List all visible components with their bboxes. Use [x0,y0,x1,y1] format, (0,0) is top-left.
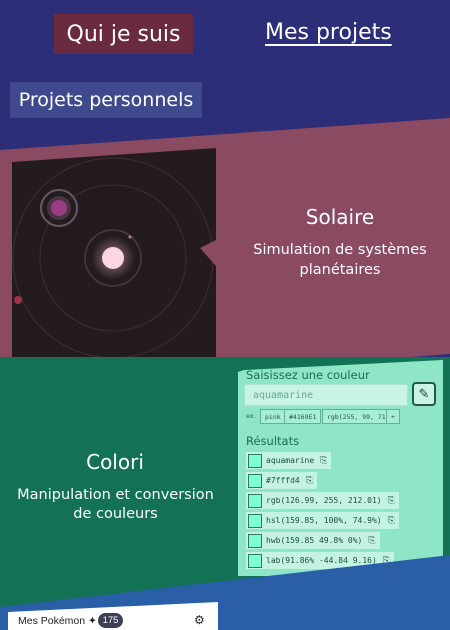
color-swatch [248,553,262,568]
gear-icon[interactable]: ⚙ [194,613,205,627]
solar-simulation-canvas [12,157,214,359]
result-value: hsl(159.85, 100%, 74.9%) [266,516,382,525]
copy-icon[interactable]: ⎘ [306,476,313,486]
pokemon-card-title: Mes Pokémon ✦ [18,615,97,627]
result-value: hwb(159.85 49.8% 0%) [266,536,363,545]
example-more-chip[interactable]: + [386,409,400,424]
sparkle-icon: ✦ [88,615,97,627]
example-chip[interactable]: pink [260,409,286,424]
result-row: hwb(159.85 49.8% 0%) ⎘ [246,532,380,549]
result-row: aquamarine ⎘ [246,452,332,469]
color-swatch [248,473,262,488]
results-title: Résultats [246,434,300,448]
solaire-title: Solaire [305,205,375,229]
example-chip[interactable]: #4169E1 [284,409,322,424]
planet-shape [51,200,67,216]
copy-icon[interactable]: ⎘ [388,496,395,506]
copy-icon[interactable]: ⎘ [320,456,327,466]
nav-about-button[interactable]: Qui je suis [54,14,193,54]
result-value: #7fffd4 [266,476,300,485]
color-swatch [248,513,262,528]
result-value: aquamarine [266,456,315,465]
copy-icon[interactable]: ⎘ [388,516,395,526]
sun-shape [102,247,124,269]
colori-description-line2: de couleurs [73,506,158,522]
colori-description-line1: Manipulation et conversion [17,487,214,503]
color-swatch [248,533,262,548]
solaire-description-line2: planétaires [299,262,381,278]
solaire-description-line1: Simulation de systèmes [253,242,427,258]
color-input-label: Saisissez une couleur [246,368,370,382]
colori-preview[interactable]: Saisissez une couleur aquamarine ✎ ex. p… [238,360,443,576]
color-swatch [248,453,262,468]
section-heading: Projets personnels [10,82,202,118]
result-value: lab(91.86% -44.84 9.16) [266,556,377,565]
result-value: rgb(126.99, 255, 212.01) [266,496,382,505]
example-chip[interactable]: rgb(255, 99, 71) [322,409,395,424]
result-row: rgb(126.99, 255, 212.01) ⎘ [246,492,399,509]
examples-label: ex. [246,412,256,420]
pokemon-count-badge: 175 [98,613,123,628]
copy-icon[interactable]: ⎘ [368,536,375,546]
colori-title: Colori [86,450,144,474]
top-nav: Qui je suis Mes projets [0,0,450,78]
nav-projects-link[interactable]: Mes projets [265,20,392,45]
color-input[interactable]: aquamarine [244,384,408,406]
solaire-preview[interactable] [12,148,216,368]
eyedropper-icon[interactable]: ✎ [412,382,436,406]
result-row: #7fffd4 ⎘ [246,472,317,489]
color-swatch [248,493,262,508]
result-row: hsl(159.85, 100%, 74.9%) ⎘ [246,512,399,529]
